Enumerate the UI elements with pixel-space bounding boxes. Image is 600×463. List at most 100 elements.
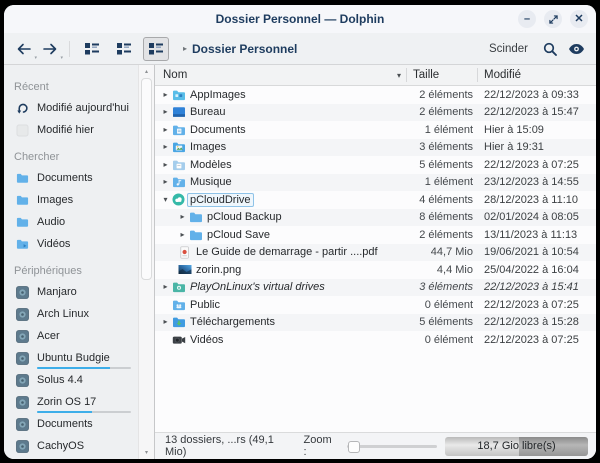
- minimize-button[interactable]: –: [518, 10, 536, 28]
- file-modified: 02/01/2024 à 08:05: [478, 211, 596, 223]
- sidebar-scrollbar[interactable]: ▴ ▾: [138, 65, 154, 459]
- file-modified: Hier à 19:31: [478, 141, 596, 153]
- expander-collapsed-icon[interactable]: ▸: [160, 318, 171, 326]
- expander-collapsed-icon[interactable]: ▸: [160, 108, 171, 116]
- sidebar-item-images[interactable]: Images: [4, 189, 138, 211]
- expander-collapsed-icon[interactable]: ▸: [160, 143, 171, 151]
- sidebar-item-documents[interactable]: Documents: [4, 413, 138, 435]
- breadcrumb[interactable]: ▸ Dossier Personnel: [183, 42, 297, 56]
- file-name[interactable]: Vidéos: [190, 334, 223, 346]
- sidebar-item-modifie-hier[interactable]: Modifié hier: [4, 119, 138, 141]
- table-row-bureau[interactable]: ▸Bureau2 éléments22/12/2023 à 15:47: [155, 104, 596, 122]
- drive-icon: [16, 418, 29, 431]
- table-row-pclouddrive[interactable]: ▾ pCloudDrive 4 éléments28/12/2023 à 11:10: [155, 191, 596, 209]
- sidebar-item-videos[interactable]: Vidéos: [4, 233, 138, 255]
- view-icons-button[interactable]: [79, 37, 105, 61]
- sidebar-item-documents[interactable]: Documents: [4, 167, 138, 189]
- file-name[interactable]: Modèles: [190, 159, 232, 171]
- table-row-modeles[interactable]: ▸Modèles5 éléments22/12/2023 à 07:25: [155, 156, 596, 174]
- file-name[interactable]: Public: [190, 299, 220, 311]
- titlebar[interactable]: Dossier Personnel — Dolphin – ✕: [4, 5, 596, 33]
- file-size: 4 éléments: [407, 194, 478, 206]
- camera-icon: [171, 334, 186, 346]
- expander-collapsed-icon[interactable]: ▸: [177, 231, 188, 239]
- expander-collapsed-icon[interactable]: ▸: [160, 161, 171, 169]
- table-row-pcloud-save[interactable]: ▸pCloud Save2 éléments13/11/2023 à 11:13: [155, 226, 596, 244]
- scrollbar-up-icon[interactable]: ▴: [139, 68, 154, 75]
- view-details-button[interactable]: [143, 37, 169, 61]
- back-dropdown-icon: ▾: [34, 55, 37, 61]
- search-icon[interactable]: [540, 39, 560, 59]
- table-row-zorin-png[interactable]: zorin.png4,4 Mio25/04/2022 à 16:04: [155, 261, 596, 279]
- file-name[interactable]: AppImages: [190, 89, 246, 101]
- sidebar-item-arch-linux[interactable]: Arch Linux: [4, 303, 138, 325]
- sidebar-item-ubuntu-budgie[interactable]: Ubuntu Budgie: [4, 347, 138, 369]
- folder-icon: [16, 216, 29, 229]
- expander-collapsed-icon[interactable]: ▸: [160, 126, 171, 134]
- file-name[interactable]: Bureau: [190, 106, 225, 118]
- file-modified: 28/12/2023 à 11:10: [478, 194, 596, 206]
- column-header-nom[interactable]: Nom ▾: [155, 69, 406, 81]
- expander-collapsed-icon[interactable]: ▸: [177, 213, 188, 221]
- file-name[interactable]: zorin.png: [196, 264, 241, 276]
- folder-video-icon: [16, 238, 29, 251]
- maximize-button[interactable]: [544, 10, 562, 28]
- back-button[interactable]: ▾: [14, 39, 34, 59]
- split-button[interactable]: Scinder: [489, 43, 528, 55]
- close-button[interactable]: ✕: [570, 10, 588, 28]
- table-row-images[interactable]: ▸Images3 élémentsHier à 19:31: [155, 139, 596, 157]
- scrollbar-down-icon[interactable]: ▾: [139, 449, 154, 456]
- file-modified: 22/12/2023 à 07:25: [478, 334, 596, 346]
- expander-collapsed-icon[interactable]: ▸: [160, 178, 171, 186]
- sidebar-item-manjaro[interactable]: Manjaro: [4, 281, 138, 303]
- file-name[interactable]: Musique: [190, 176, 232, 188]
- zoom-slider[interactable]: [347, 445, 437, 448]
- sidebar-item-solus-4-4[interactable]: Solus 4.4: [4, 369, 138, 391]
- table-row-musique[interactable]: ▸Musique1 élément23/12/2023 à 14:55: [155, 174, 596, 192]
- column-header-taille[interactable]: Taille: [407, 69, 477, 81]
- preview-eye-icon[interactable]: [566, 39, 586, 59]
- sidebar-item-label: Solus 4.4: [37, 374, 83, 386]
- sidebar-item-acer[interactable]: Acer: [4, 325, 138, 347]
- table-row-appimages[interactable]: ▸AppImages2 éléments22/12/2023 à 09:33: [155, 86, 596, 104]
- table-row-public[interactable]: Public0 élément22/12/2023 à 07:25: [155, 296, 596, 314]
- view-compact-button[interactable]: [111, 37, 137, 61]
- table-row-playonlinux-s-virtual-drives[interactable]: ▸PlayOnLinux's virtual drives3 éléments2…: [155, 279, 596, 297]
- scrollbar-thumb[interactable]: [141, 78, 152, 280]
- file-name[interactable]: Le Guide de demarrage - partir ....pdf: [196, 246, 378, 258]
- column-header-modifie[interactable]: Modifié: [478, 69, 596, 81]
- sidebar-item-modifie-aujourd-hui[interactable]: Modifié aujourd'hui: [4, 97, 138, 119]
- forward-button[interactable]: ▾: [40, 39, 60, 59]
- table-row-pcloud-backup[interactable]: ▸pCloud Backup8 éléments02/01/2024 à 08:…: [155, 209, 596, 227]
- zoom-slider-handle[interactable]: [348, 441, 360, 453]
- table-row-le-guide-de-demarrage-partir-pdf[interactable]: Le Guide de demarrage - partir ....pdf44…: [155, 244, 596, 262]
- file-name[interactable]: PlayOnLinux's virtual drives: [190, 281, 325, 293]
- folder-templates-icon: [171, 159, 186, 171]
- file-name-selected[interactable]: pCloudDrive: [187, 193, 254, 207]
- sidebar-item-cachyos[interactable]: CachyOS: [4, 435, 138, 457]
- table-row-videos[interactable]: Vidéos0 élément22/12/2023 à 07:25: [155, 331, 596, 349]
- file-name[interactable]: pCloud Save: [207, 229, 270, 241]
- file-name[interactable]: Documents: [190, 124, 246, 136]
- sidebar-item-zorin-os-17[interactable]: Zorin OS 17: [4, 391, 138, 413]
- drive-icon: [16, 352, 29, 365]
- file-name[interactable]: Images: [190, 141, 226, 153]
- places-panel: RécentModifié aujourd'huiModifié hierChe…: [4, 65, 138, 459]
- expander-collapsed-icon[interactable]: ▸: [160, 283, 171, 291]
- expander-expanded-icon[interactable]: ▾: [160, 196, 171, 204]
- sidebar-item-audio[interactable]: Audio: [4, 211, 138, 233]
- window-title: Dossier Personnel — Dolphin: [216, 12, 385, 26]
- file-name[interactable]: Téléchargements: [190, 316, 275, 328]
- drive-icon: [16, 440, 29, 453]
- file-modified: 23/12/2023 à 14:55: [478, 176, 596, 188]
- table-row-documents[interactable]: ▸Documents1 élémentHier à 15:09: [155, 121, 596, 139]
- dolphin-window: Dossier Personnel — Dolphin – ✕ ▾ ▾ ▸ Do…: [4, 5, 596, 459]
- file-name[interactable]: pCloud Backup: [207, 211, 282, 223]
- breadcrumb-caret-icon: ▸: [183, 44, 187, 53]
- pcloud-icon: [171, 193, 186, 206]
- table-row-telechargements[interactable]: ▸Téléchargements5 éléments22/12/2023 à 1…: [155, 314, 596, 332]
- folder-images-icon: [171, 141, 186, 153]
- breadcrumb-location[interactable]: Dossier Personnel: [192, 42, 297, 56]
- expander-collapsed-icon[interactable]: ▸: [160, 91, 171, 99]
- file-list: ▸AppImages2 éléments22/12/2023 à 09:33▸B…: [155, 86, 596, 432]
